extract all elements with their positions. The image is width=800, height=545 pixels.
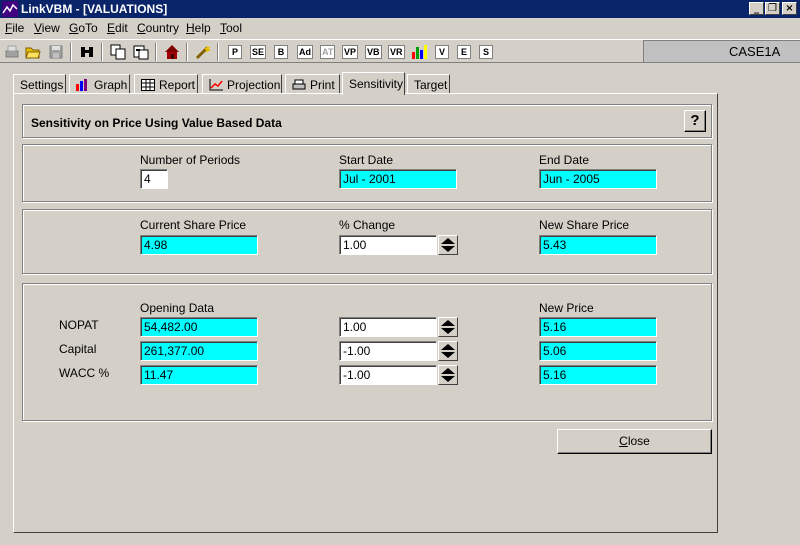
capital-opening-field: 261,377.00 xyxy=(140,341,258,361)
capital-change-input[interactable]: -1.00 xyxy=(339,341,437,361)
tab-graph[interactable]: Graph xyxy=(69,74,130,94)
tab-sensitivity-label: Sensitivity xyxy=(349,77,404,91)
toolbar-separator xyxy=(155,43,157,61)
page-title: Sensitivity on Price Using Value Based D… xyxy=(31,116,282,130)
restore-icon[interactable]: ❐ xyxy=(765,2,780,15)
menu-edit[interactable]: Edit xyxy=(107,21,128,35)
nopat-new-price-field: 5.16 xyxy=(539,317,657,337)
tab-target-label: Target xyxy=(414,78,448,92)
start-date-label: Start Date xyxy=(339,153,394,167)
tab-report-label: Report xyxy=(159,78,196,92)
share-price-box: Current Share Price 4.98 % Change 1.00 N… xyxy=(22,209,712,274)
se-button[interactable]: SE xyxy=(250,45,267,59)
tab-settings[interactable]: Settings xyxy=(13,74,66,94)
menu-view[interactable]: View xyxy=(34,21,60,35)
end-date-field: Jun - 2005 xyxy=(539,169,657,189)
current-share-price-label: Current Share Price xyxy=(140,218,247,232)
tab-print-label: Print xyxy=(310,78,335,92)
wacc-change-input[interactable]: -1.00 xyxy=(339,365,437,385)
toolbar-separator xyxy=(217,43,219,61)
paste-icon[interactable] xyxy=(132,43,150,61)
minimize-icon[interactable]: _ xyxy=(749,2,764,15)
tab-settings-label: Settings xyxy=(20,78,64,92)
v-button[interactable]: V xyxy=(435,45,449,59)
report-grid-icon xyxy=(141,79,155,91)
window-title: LinkVBM - [VALUATIONS] xyxy=(21,2,168,16)
percent-change-spinner-icon[interactable] xyxy=(438,235,458,255)
drivers-box: Opening Data New Price NOPAT 54,482.00 1… xyxy=(22,283,712,421)
binoculars-icon[interactable] xyxy=(78,43,96,61)
percent-change-input[interactable]: 1.00 xyxy=(339,235,437,255)
vr-button[interactable]: VR xyxy=(388,45,405,59)
at-button[interactable]: AT xyxy=(320,45,336,59)
toolbar-separator xyxy=(70,43,72,61)
new-share-price-label: New Share Price xyxy=(539,218,630,232)
nopat-label: NOPAT xyxy=(59,318,99,332)
new-price-label: New Price xyxy=(539,301,594,315)
current-share-price-field: 4.98 xyxy=(140,235,258,255)
tab-projection[interactable]: Projection xyxy=(202,74,282,94)
vp-button[interactable]: VP xyxy=(342,45,359,59)
home-icon[interactable] xyxy=(163,43,181,61)
wacc-opening-field: 11.47 xyxy=(140,365,258,385)
e-button[interactable]: E xyxy=(457,45,471,59)
opening-data-label: Opening Data xyxy=(140,301,215,315)
title-bar[interactable]: LinkVBM - [VALUATIONS] _ ❐ × xyxy=(0,0,800,18)
menu-file[interactable]: File xyxy=(5,21,24,35)
help-button[interactable]: ? xyxy=(684,110,706,132)
header-box: Sensitivity on Price Using Value Based D… xyxy=(22,104,712,138)
b-button[interactable]: B xyxy=(274,45,288,59)
toolbar-separator xyxy=(186,43,188,61)
p-button[interactable]: P xyxy=(228,45,242,59)
graph-icon xyxy=(76,79,87,91)
wacc-new-price-field: 5.16 xyxy=(539,365,657,385)
end-date-label: End Date xyxy=(539,153,590,167)
sensitivity-page: Sensitivity on Price Using Value Based D… xyxy=(13,93,718,533)
capital-new-price-field: 5.06 xyxy=(539,341,657,361)
menu-tool[interactable]: Tool xyxy=(220,21,242,35)
s-button[interactable]: S xyxy=(479,45,493,59)
bar-chart-icon[interactable] xyxy=(410,43,428,61)
ad-button[interactable]: Ad xyxy=(297,45,313,59)
new-share-price-field: 5.43 xyxy=(539,235,657,255)
line-chart-icon xyxy=(209,79,223,91)
save-disk-icon[interactable] xyxy=(47,43,65,61)
app-logo-icon xyxy=(2,1,18,17)
copy-icon[interactable] xyxy=(109,43,127,61)
tab-graph-label: Graph xyxy=(94,78,128,92)
printer-icon xyxy=(292,79,306,90)
tab-report[interactable]: Report xyxy=(134,74,198,94)
tab-print[interactable]: Print xyxy=(285,74,340,94)
close-button-hotkey: C xyxy=(619,434,628,448)
wacc-label: WACC % xyxy=(59,366,110,380)
capital-spinner-icon[interactable] xyxy=(438,341,458,361)
print-icon[interactable] xyxy=(3,43,21,61)
start-date-field: Jul - 2001 xyxy=(339,169,457,189)
close-button[interactable]: Close xyxy=(557,429,712,454)
nopat-spinner-icon[interactable] xyxy=(438,317,458,337)
num-periods-label: Number of Periods xyxy=(140,153,241,167)
tab-projection-label: Projection xyxy=(227,78,281,92)
wand-icon[interactable] xyxy=(194,43,212,61)
menu-country[interactable]: Country xyxy=(137,21,179,35)
periods-box: Number of Periods 4 Start Date Jul - 200… xyxy=(22,144,712,202)
nopat-opening-field: 54,482.00 xyxy=(140,317,258,337)
num-periods-input[interactable]: 4 xyxy=(140,169,168,189)
menu-help[interactable]: Help xyxy=(186,21,211,35)
nopat-change-input[interactable]: 1.00 xyxy=(339,317,437,337)
open-folder-icon[interactable] xyxy=(24,43,42,61)
vb-button[interactable]: VB xyxy=(365,45,382,59)
case-indicator: CASE1A xyxy=(643,40,800,62)
tab-sensitivity[interactable]: Sensitivity xyxy=(342,72,405,95)
wacc-spinner-icon[interactable] xyxy=(438,365,458,385)
capital-label: Capital xyxy=(59,342,97,356)
close-button-label: lose xyxy=(627,434,650,448)
menu-goto[interactable]: GoTo xyxy=(69,21,98,35)
menu-bar: File View GoTo Edit Country Help Tool xyxy=(0,18,800,38)
toolbar-separator xyxy=(101,43,103,61)
close-window-icon[interactable]: × xyxy=(782,2,797,15)
percent-change-label: % Change xyxy=(339,218,396,232)
tab-target[interactable]: Target xyxy=(407,74,450,94)
